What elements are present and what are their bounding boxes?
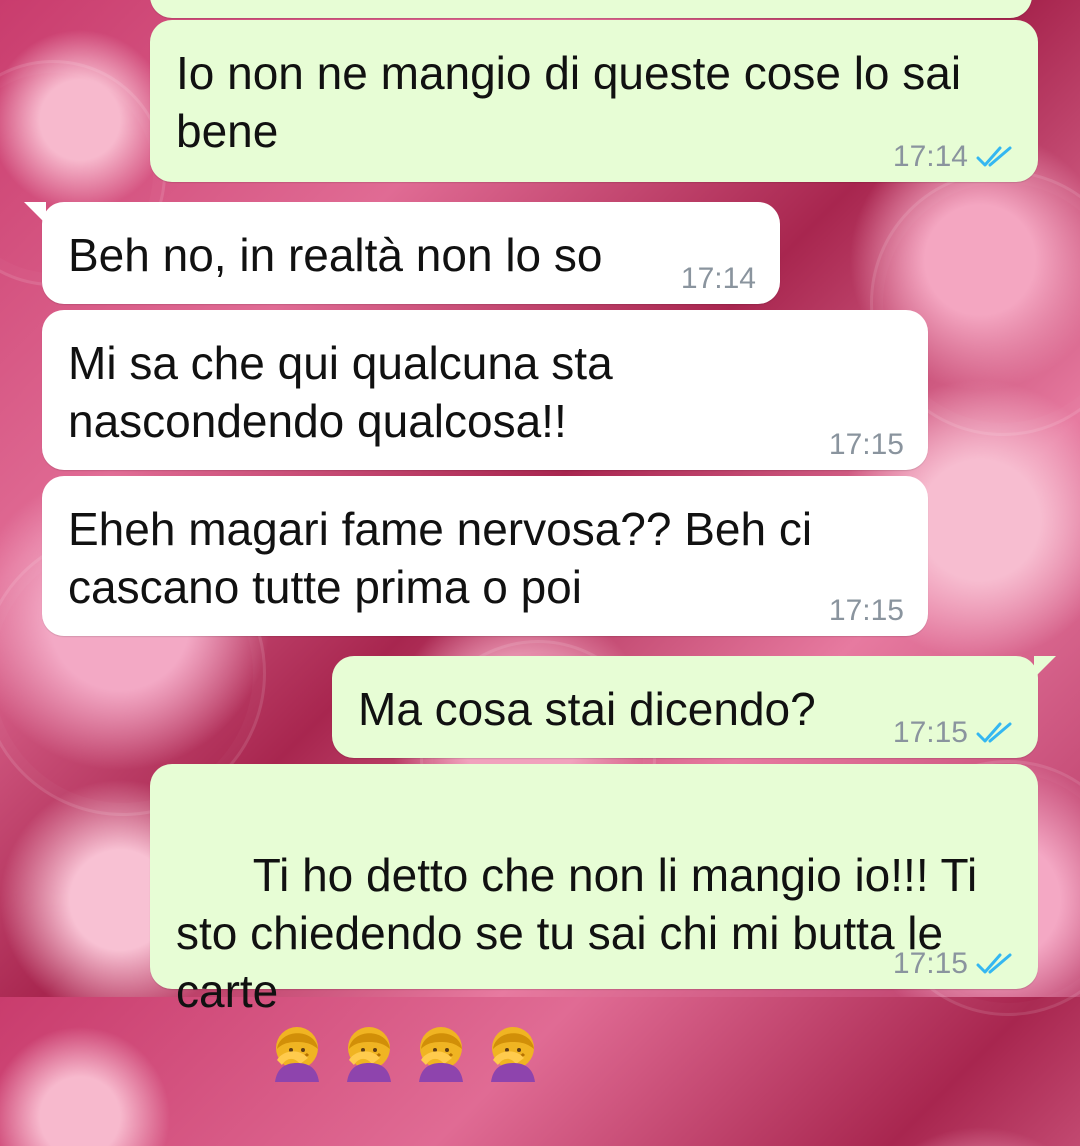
message-time: 17:14 — [680, 262, 756, 295]
facepalm-woman-icon — [274, 1027, 319, 1082]
outgoing-message-bubble[interactable]: Ti ho detto che non li mangio io!!! Ti s… — [150, 764, 1038, 1082]
double-check-icon — [976, 722, 1012, 743]
message-text: Ti ho detto che non li mangio io!!! Ti s… — [176, 849, 990, 1017]
chat-conversation: Io non ne mangio di queste cose lo sai b… — [0, 0, 1080, 1082]
facepalm-woman-icon — [490, 1027, 535, 1082]
message-meta: 17:14 — [893, 142, 1014, 172]
message-time: 17:15 — [828, 594, 904, 627]
incoming-message-bubble[interactable]: Eheh magari fame nervosa?? Beh ci cascan… — [42, 476, 928, 636]
double-check-icon — [976, 146, 1012, 167]
message-text-with-emoji: Ti ho detto che non li mangio io!!! Ti s… — [176, 788, 1008, 1146]
incoming-message-bubble[interactable]: Mi sa che qui qualcuna sta nascondendo q… — [42, 310, 928, 470]
message-time: 17:15 — [892, 716, 968, 749]
outgoing-message-bubble-partial[interactable] — [150, 0, 1032, 18]
message-meta: 17:14 — [681, 264, 756, 294]
facepalm-woman-icon — [346, 1027, 391, 1082]
double-check-icon — [976, 953, 1012, 974]
outgoing-message-bubble[interactable]: Ma cosa stai dicendo? 17:15 — [332, 656, 1056, 758]
emoji-group — [263, 1020, 547, 1088]
message-meta: 17:15 — [893, 718, 1014, 748]
message-text: Eheh magari fame nervosa?? Beh ci cascan… — [68, 503, 825, 613]
message-meta: 17:15 — [829, 596, 904, 626]
message-meta: 17:15 — [893, 949, 1014, 979]
facepalm-woman-icon — [418, 1027, 463, 1082]
message-meta: 17:15 — [829, 430, 904, 460]
incoming-message-bubble[interactable]: Beh no, in realtà non lo so 17:14 — [24, 202, 780, 304]
message-text: Mi sa che qui qualcuna sta nascondendo q… — [68, 337, 626, 447]
outgoing-message-bubble[interactable]: Io non ne mangio di queste cose lo sai b… — [150, 20, 1038, 182]
message-time: 17:15 — [892, 947, 968, 980]
message-time: 17:15 — [828, 428, 904, 461]
message-text: Io non ne mangio di queste cose lo sai b… — [176, 47, 974, 157]
message-time: 17:14 — [892, 140, 968, 173]
message-text: Beh no, in realtà non lo so — [68, 229, 603, 281]
